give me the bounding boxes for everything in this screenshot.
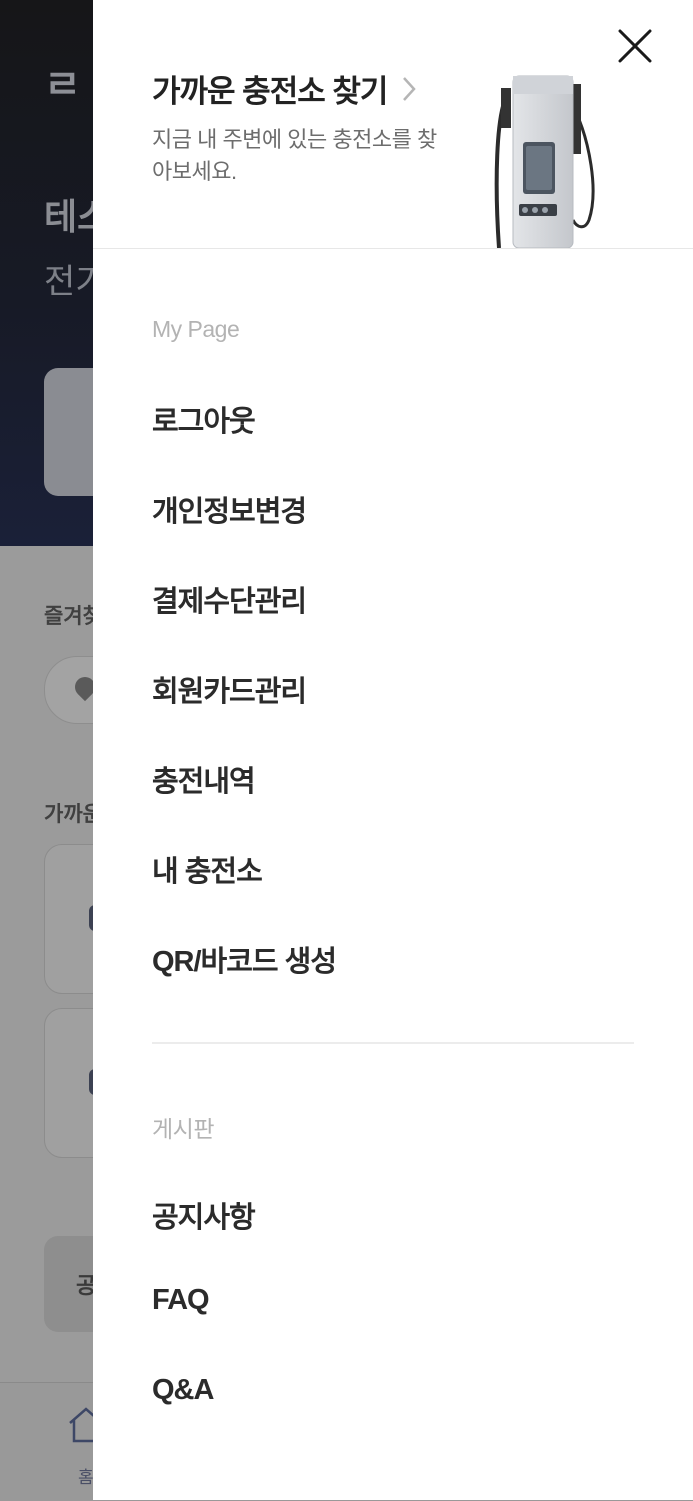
menu-qna[interactable]: Q&A bbox=[152, 1374, 214, 1407]
tab-home-label: 홈 bbox=[78, 1468, 94, 1487]
side-drawer: 가까운 충전소 찾기 지금 내 주변에 있는 충전소를 찾아보세요. My Pa… bbox=[93, 0, 693, 1500]
menu-payment-methods[interactable]: 결제수단관리 bbox=[152, 578, 307, 620]
find-charger-link[interactable]: 가까운 충전소 찾기 bbox=[152, 66, 417, 111]
section-label-board: 게시판 bbox=[152, 1116, 214, 1142]
app-logo: ㄹ bbox=[44, 63, 81, 107]
menu-notices[interactable]: 공지사항 bbox=[152, 1194, 256, 1236]
menu-my-chargers[interactable]: 내 충전소 bbox=[152, 848, 263, 890]
ev-charger-image bbox=[494, 75, 595, 248]
menu-charging-history[interactable]: 충전내역 bbox=[152, 758, 256, 800]
promo-title: 가까운 충전소 찾기 bbox=[152, 74, 388, 109]
menu-membership-cards[interactable]: 회원카드관리 bbox=[152, 668, 307, 710]
menu-faq[interactable]: FAQ bbox=[152, 1284, 210, 1317]
find-charger-banner[interactable]: 가까운 충전소 찾기 지금 내 주변에 있는 충전소를 찾아보세요. bbox=[93, 0, 693, 249]
chevron-right-icon bbox=[403, 76, 417, 101]
menu-qr-barcode[interactable]: QR/바코드 생성 bbox=[152, 938, 337, 980]
menu-logout[interactable]: 로그아웃 bbox=[152, 398, 256, 440]
promo-description: 지금 내 주변에 있는 충전소를 찾아보세요. bbox=[152, 127, 437, 184]
section-label-my-page: My Page bbox=[152, 316, 240, 342]
section-divider bbox=[152, 1042, 634, 1044]
menu-edit-profile[interactable]: 개인정보변경 bbox=[152, 488, 307, 530]
